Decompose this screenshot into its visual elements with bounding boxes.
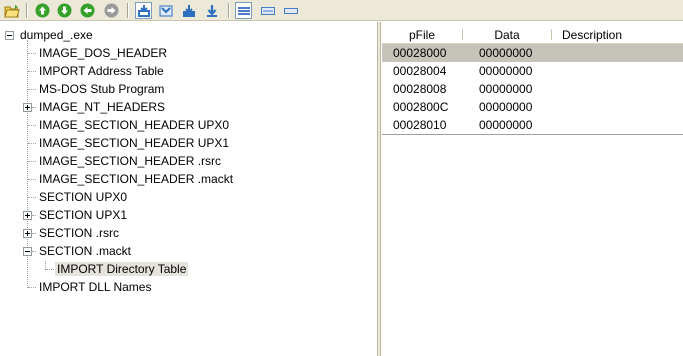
- view-detail-button[interactable]: [235, 2, 252, 19]
- column-header-description[interactable]: Description: [554, 27, 642, 43]
- expand-section-rsrc-icon[interactable]: [23, 229, 32, 238]
- list-row[interactable]: 00028004 00000000: [382, 62, 683, 80]
- list-row[interactable]: 00028010 00000000: [382, 116, 683, 134]
- data-list-view[interactable]: pFile Data Description 00028000 00000000…: [382, 22, 683, 356]
- list-row[interactable]: 00028008 00000000: [382, 80, 683, 98]
- list-row[interactable]: 0002800C 00000000: [382, 98, 683, 116]
- tree-item-section-upx0[interactable]: SECTION UPX0: [37, 188, 129, 206]
- view-icons-button[interactable]: [282, 2, 299, 19]
- pfile-cell: 00028010: [393, 118, 447, 132]
- tree-item-import-dll-names[interactable]: IMPORT DLL Names: [37, 278, 153, 296]
- tree-item-ms-dos-stub[interactable]: MS-DOS Stub Program: [37, 80, 166, 98]
- save-down-icon: [137, 4, 151, 18]
- tree-item-import-address-table[interactable]: IMPORT Address Table: [37, 62, 166, 80]
- arrow-left-icon: [80, 3, 95, 18]
- data-cell: 00000000: [479, 82, 533, 96]
- data-cell: 00000000: [479, 64, 533, 78]
- tree-view[interactable]: dumped_.exe IMAGE_DOS_HEADER IMPORT Addr…: [0, 22, 377, 356]
- list-bottom-border: [382, 134, 683, 135]
- data-cell: 00000000: [479, 118, 533, 132]
- open-file-button[interactable]: [3, 2, 20, 19]
- open-folder-icon: [3, 4, 20, 18]
- tree-item-image-dos-header[interactable]: IMAGE_DOS_HEADER: [37, 44, 169, 62]
- column-header-pfile[interactable]: pFile: [382, 27, 462, 43]
- tree-item-image-nt-headers[interactable]: IMAGE_NT_HEADERS: [37, 98, 167, 116]
- list-header: pFile Data Description: [382, 27, 683, 44]
- view-icons-icon: [283, 7, 298, 15]
- view-detail-icon: [237, 6, 250, 16]
- pane-splitter[interactable]: [377, 22, 381, 356]
- collapse-root-icon[interactable]: [5, 31, 14, 40]
- arrow-right-icon: [104, 3, 119, 18]
- download-icon: [205, 4, 219, 18]
- expand-section-upx1-icon[interactable]: [23, 211, 32, 220]
- pfile-cell: 0002800C: [393, 100, 449, 114]
- save-as-button[interactable]: [157, 2, 174, 19]
- data-cell: 00000000: [479, 46, 533, 60]
- export-button[interactable]: [180, 2, 197, 19]
- tree-item-section-header-upx1[interactable]: IMAGE_SECTION_HEADER UPX1: [37, 134, 231, 152]
- go-up-button[interactable]: [34, 2, 51, 19]
- pfile-cell: 00028004: [393, 64, 447, 78]
- tree-item-section-mackt[interactable]: SECTION .mackt: [37, 242, 133, 260]
- view-list-icon: [260, 6, 275, 15]
- go-back-button[interactable]: [79, 2, 96, 19]
- list-row[interactable]: 00028000 00000000: [382, 44, 683, 62]
- expand-nt-headers-icon[interactable]: [23, 103, 32, 112]
- tree-item-import-directory-table[interactable]: IMPORT Directory Table: [55, 260, 189, 278]
- arrow-up-icon: [35, 3, 50, 18]
- export-all-button[interactable]: [203, 2, 220, 19]
- save-tray-icon: [159, 4, 173, 18]
- go-down-button[interactable]: [56, 2, 73, 19]
- tree-root[interactable]: dumped_.exe: [18, 26, 95, 44]
- save-button[interactable]: [135, 2, 152, 19]
- tree-item-section-header-upx0[interactable]: IMAGE_SECTION_HEADER UPX0: [37, 116, 231, 134]
- tree-item-section-rsrc[interactable]: SECTION .rsrc: [37, 224, 121, 242]
- toolbar: [0, 0, 683, 21]
- pfile-cell: 00028008: [393, 82, 447, 96]
- column-header-data[interactable]: Data: [463, 27, 551, 43]
- tree-item-section-upx1[interactable]: SECTION UPX1: [37, 206, 129, 224]
- tree-item-section-header-rsrc[interactable]: IMAGE_SECTION_HEADER .rsrc: [37, 152, 223, 170]
- view-list-button[interactable]: [259, 2, 276, 19]
- export-icon: [182, 4, 196, 18]
- data-cell: 00000000: [479, 100, 533, 114]
- collapse-section-mackt-icon[interactable]: [23, 247, 32, 256]
- go-forward-button[interactable]: [103, 2, 120, 19]
- arrow-down-icon: [57, 3, 72, 18]
- pfile-cell: 00028000: [393, 46, 447, 60]
- tree-item-section-header-mackt[interactable]: IMAGE_SECTION_HEADER .mackt: [37, 170, 235, 188]
